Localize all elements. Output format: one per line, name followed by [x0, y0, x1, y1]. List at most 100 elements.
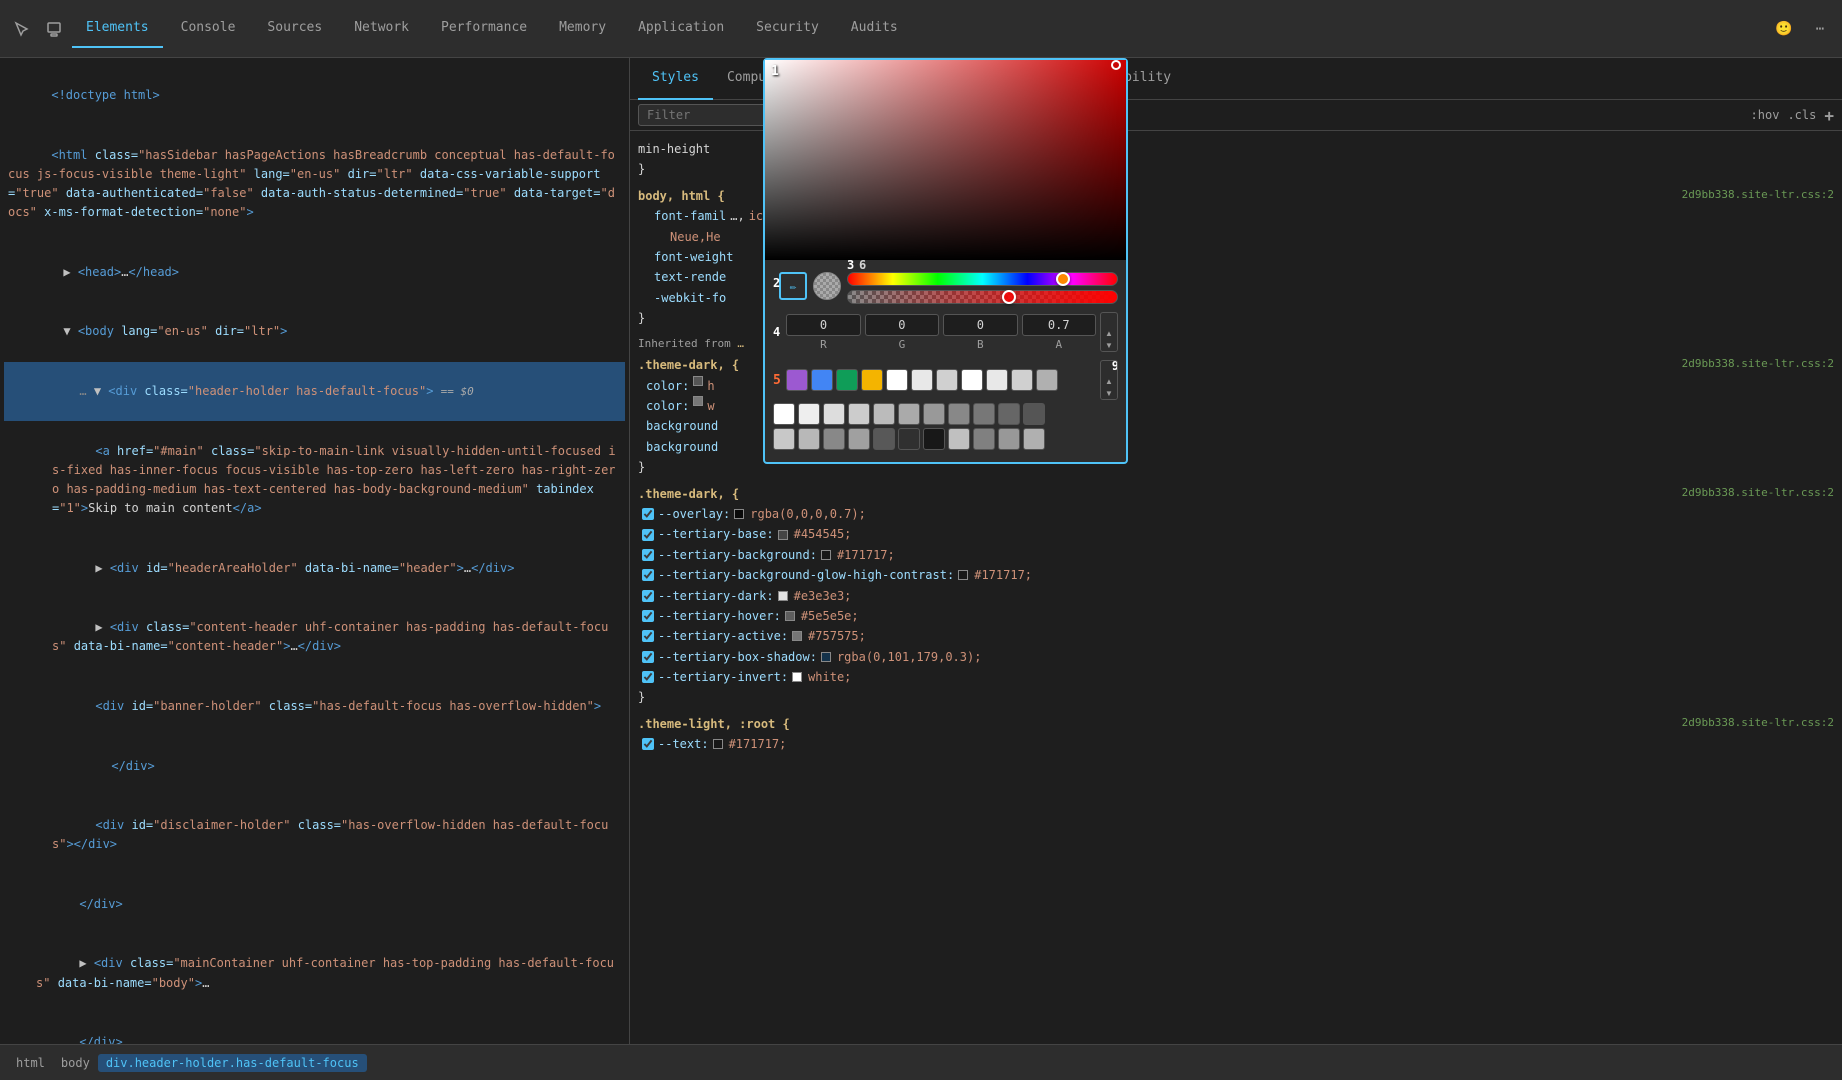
rgba-increment-btn[interactable]: ▲ — [1101, 327, 1117, 339]
swatch-gray1[interactable] — [936, 369, 958, 391]
css-source-body-html[interactable]: 2d9bb338.site-ltr.css:2 — [1682, 186, 1834, 206]
swatch-swatch-tinted[interactable] — [848, 428, 870, 450]
hue-slider[interactable] — [847, 272, 1118, 286]
color-swatch-2[interactable] — [693, 396, 703, 406]
swatch-lightgray2[interactable] — [986, 369, 1008, 391]
rgba-b-input[interactable] — [943, 314, 1017, 336]
swatch-tertiary-active[interactable] — [792, 631, 802, 641]
css-var-tertiary-base-checkbox[interactable] — [642, 529, 654, 541]
rgba-decrement-btn[interactable]: ▼ — [1101, 339, 1117, 351]
swatch-medgray4[interactable] — [923, 403, 945, 425]
div-header-holder-line[interactable]: … ▼ <div class="header-holder has-defaul… — [4, 362, 625, 422]
tab-application[interactable]: Application — [624, 10, 738, 48]
swatch-overlay[interactable] — [734, 509, 744, 519]
body-line[interactable]: ▼ <body lang="en-us" dir="ltr"> — [4, 302, 625, 362]
breadcrumb-body[interactable]: body — [53, 1054, 98, 1072]
swatch-tertiary-bg-glow[interactable] — [958, 570, 968, 580]
swatches-down-btn[interactable]: ▼ — [1101, 387, 1117, 399]
more-options-icon[interactable]: ⋯ — [1806, 15, 1834, 43]
tab-styles[interactable]: Styles — [638, 58, 713, 100]
content-header-line[interactable]: ▶ <div class="content-header uhf-contain… — [4, 598, 625, 677]
swatch-yellow[interactable] — [861, 369, 883, 391]
rgba-g-input[interactable] — [865, 314, 939, 336]
swatch-lgray8[interactable] — [1023, 428, 1045, 450]
device-icon[interactable] — [40, 15, 68, 43]
swatch-verydark[interactable] — [898, 428, 920, 450]
tab-network[interactable]: Network — [340, 10, 423, 48]
color-preview-swatch[interactable] — [813, 272, 841, 300]
swatch-blue[interactable] — [811, 369, 833, 391]
swatch-dgray6[interactable] — [973, 428, 995, 450]
css-var-tertiary-hover-checkbox[interactable] — [642, 610, 654, 622]
tab-elements[interactable]: Elements — [72, 10, 163, 48]
tab-performance[interactable]: Performance — [427, 10, 541, 48]
swatch-tertiary-base[interactable] — [778, 530, 788, 540]
swatch-white1[interactable] — [886, 369, 908, 391]
swatch-lightgray1[interactable] — [911, 369, 933, 391]
swatch-black1[interactable] — [923, 428, 945, 450]
skip-link-line[interactable]: <a href="#main" class="skip-to-main-link… — [4, 421, 625, 538]
css-var-overlay-checkbox[interactable] — [642, 508, 654, 520]
swatch-white2[interactable] — [961, 369, 983, 391]
cursor-icon[interactable] — [8, 15, 36, 43]
pseudo-hover-btn[interactable]: :hov — [1751, 108, 1780, 122]
swatch-gray3[interactable] — [848, 403, 870, 425]
swatch-white3[interactable] — [773, 403, 795, 425]
swatch-gray2[interactable] — [1011, 369, 1033, 391]
color-swatch-1[interactable] — [693, 376, 703, 386]
css-themedark2-source[interactable]: 2d9bb338.site-ltr.css:2 — [1682, 484, 1834, 504]
rgba-a-input[interactable] — [1022, 314, 1096, 336]
swatch-tertiary-bg[interactable] — [821, 550, 831, 560]
breadcrumb-div[interactable]: div.header-holder.has-default-focus — [98, 1054, 367, 1072]
swatch-tertiary-dark[interactable] — [778, 591, 788, 601]
breadcrumb-html[interactable]: html — [8, 1054, 53, 1072]
swatch-medgray3[interactable] — [898, 403, 920, 425]
css-var-tertiary-dark-checkbox[interactable] — [642, 590, 654, 602]
css-var-tertiary-box-shadow-checkbox[interactable] — [642, 651, 654, 663]
swatch-lgray5[interactable] — [773, 428, 795, 450]
swatch-medgray2[interactable] — [873, 403, 895, 425]
picker-mode-btn[interactable]: ✏ — [779, 272, 807, 300]
swatch-tinted2[interactable] — [998, 428, 1020, 450]
css-var-tertiary-bg-glow-checkbox[interactable] — [642, 569, 654, 581]
main-container-line[interactable]: ▶ <div class="mainContainer uhf-containe… — [4, 934, 625, 1013]
swatch-purple[interactable] — [786, 369, 808, 391]
disclaimer-holder-line[interactable]: <div id="disclaimer-holder" class="has-o… — [4, 796, 625, 875]
css-themelight-source[interactable]: 2d9bb338.site-ltr.css:2 — [1682, 714, 1834, 734]
tab-sources[interactable]: Sources — [253, 10, 336, 48]
opacity-slider[interactable] — [847, 290, 1118, 304]
swatch-medgray1[interactable] — [1036, 369, 1058, 391]
css-var-tertiary-bg-checkbox[interactable] — [642, 549, 654, 561]
tab-audits[interactable]: Audits — [837, 10, 912, 48]
swatch-tertiary-box-shadow[interactable] — [821, 652, 831, 662]
head-line[interactable]: ▶ <head>…</head> — [4, 243, 625, 303]
swatch-darkgray4[interactable] — [1023, 403, 1045, 425]
swatch-white4[interactable] — [798, 403, 820, 425]
swatch-darkgray3[interactable] — [998, 403, 1020, 425]
swatch-darkgray2[interactable] — [973, 403, 995, 425]
rgba-r-input[interactable] — [786, 314, 860, 336]
swatch-lightgray3[interactable] — [823, 403, 845, 425]
banner-holder-line[interactable]: <div id="banner-holder" class="has-defau… — [4, 677, 625, 737]
swatch-text-var[interactable] — [713, 739, 723, 749]
add-rule-btn[interactable]: + — [1824, 106, 1834, 125]
smiley-icon[interactable]: 🙂 — [1770, 15, 1798, 43]
swatch-tertiary-invert[interactable] — [792, 672, 802, 682]
css-themedark1-source[interactable]: 2d9bb338.site-ltr.css:2 — [1682, 355, 1834, 375]
tab-console[interactable]: Console — [167, 10, 250, 48]
swatch-dgray5[interactable] — [823, 428, 845, 450]
swatch-dark5[interactable] — [873, 428, 895, 450]
swatch-tertiary-hover[interactable] — [785, 611, 795, 621]
tab-security[interactable]: Security — [742, 10, 833, 48]
pseudo-cls-btn[interactable]: .cls — [1787, 108, 1816, 122]
tab-memory[interactable]: Memory — [545, 10, 620, 48]
swatches-up-btn[interactable]: ▲ — [1101, 375, 1117, 387]
css-var-tertiary-active-checkbox[interactable] — [642, 630, 654, 642]
swatch-lgray6[interactable] — [798, 428, 820, 450]
swatch-green[interactable] — [836, 369, 858, 391]
swatch-darkgray1[interactable] — [948, 403, 970, 425]
css-var-tertiary-invert-checkbox[interactable] — [642, 671, 654, 683]
swatch-lgray7[interactable] — [948, 428, 970, 450]
html-tag-line[interactable]: <html class="hasSidebar hasPageActions h… — [4, 126, 625, 243]
css-text-var-checkbox[interactable] — [642, 738, 654, 750]
